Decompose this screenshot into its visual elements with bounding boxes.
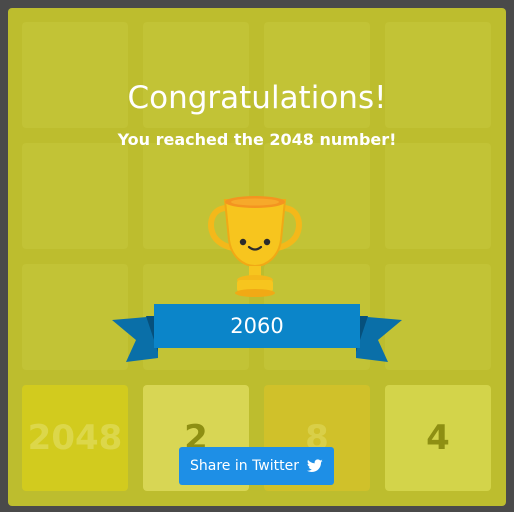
congratulations-title: Congratulations! bbox=[127, 80, 387, 116]
game-frame: 2048 2 8 4 Congratulations! You reached … bbox=[0, 0, 514, 512]
share-button-label: Share in Twitter bbox=[190, 458, 299, 474]
twitter-icon bbox=[307, 459, 323, 472]
trophy-icon bbox=[208, 196, 302, 297]
share-twitter-button[interactable]: Share in Twitter bbox=[179, 447, 334, 485]
win-overlay: Congratulations! You reached the 2048 nu… bbox=[0, 0, 514, 512]
score-value: 2060 bbox=[230, 314, 284, 338]
congratulations-subtitle: You reached the 2048 number! bbox=[117, 130, 397, 149]
